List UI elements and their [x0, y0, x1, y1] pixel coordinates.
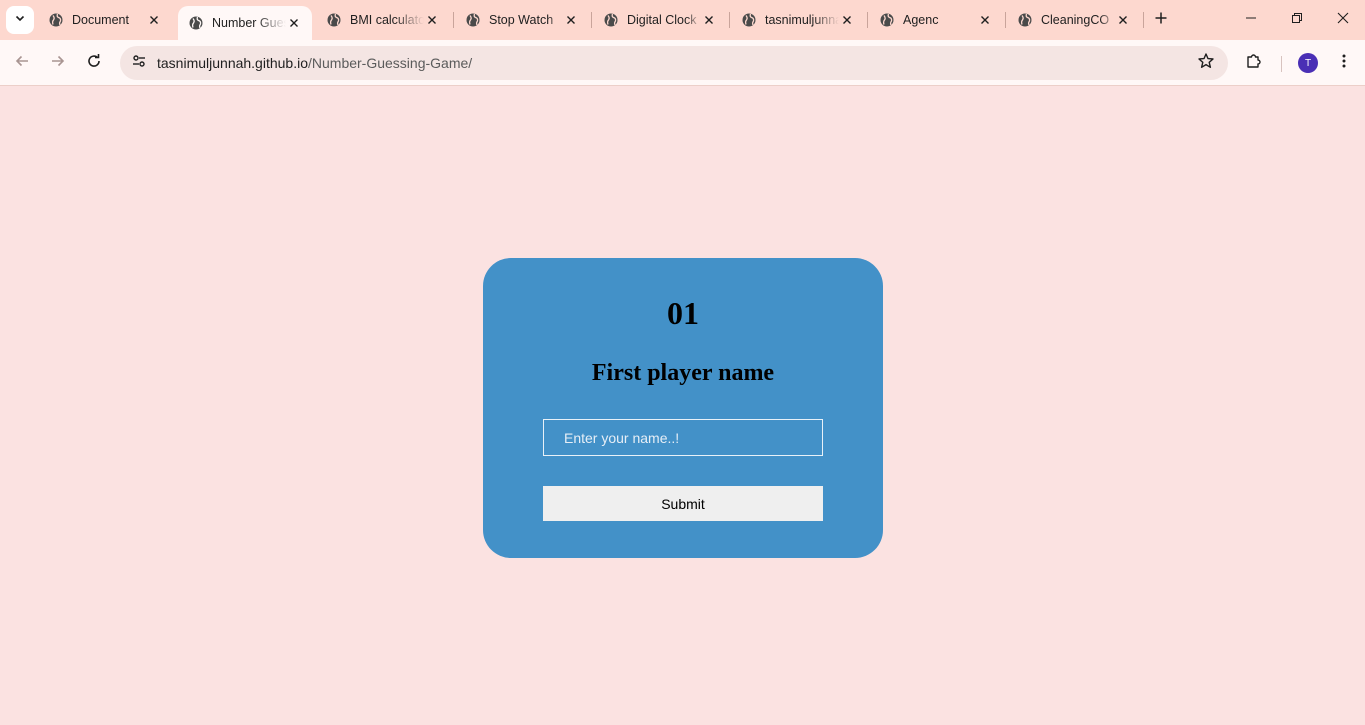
tab-title: Stop Watch: [489, 13, 554, 27]
arrow-left-icon: [14, 53, 30, 74]
tab-title: Document: [72, 13, 129, 27]
close-icon[interactable]: [424, 12, 440, 28]
tab-tasnimuljunnah[interactable]: tasnimuljunnah: [731, 0, 865, 40]
globe-icon: [1017, 12, 1033, 28]
minimize-button[interactable]: [1228, 0, 1274, 40]
arrow-right-icon: [50, 53, 66, 74]
submit-button[interactable]: Submit: [543, 486, 823, 521]
tab-stop-watch[interactable]: Stop Watch: [455, 0, 589, 40]
tab-title: BMI calculator: [350, 13, 424, 27]
globe-icon: [326, 12, 342, 28]
tab-bmi-calculator[interactable]: BMI calculator: [316, 0, 450, 40]
reload-button[interactable]: [78, 47, 110, 79]
tab-agenc[interactable]: Agenc: [869, 0, 1003, 40]
tab-separator: [591, 12, 592, 28]
minimize-icon: [1245, 11, 1257, 29]
close-icon[interactable]: [1115, 12, 1131, 28]
bookmark-button[interactable]: [1194, 51, 1218, 75]
site-info-button[interactable]: [126, 50, 152, 76]
tab-cleaningco[interactable]: CleaningCO: [1007, 0, 1141, 40]
address-bar[interactable]: tasnimuljunnah.github.io/Number-Guessing…: [120, 46, 1228, 80]
tab-search-button[interactable]: [6, 6, 34, 34]
url-text: tasnimuljunnah.github.io/Number-Guessing…: [157, 55, 472, 71]
restore-icon: [1291, 11, 1303, 29]
tab-title: Number Guessing Game: [212, 16, 286, 30]
window-close-button[interactable]: [1320, 0, 1365, 40]
tune-icon: [131, 53, 147, 74]
tab-separator: [1143, 12, 1144, 28]
browser-toolbar: tasnimuljunnah.github.io/Number-Guessing…: [0, 40, 1365, 86]
plus-icon: [1154, 11, 1168, 30]
close-icon[interactable]: [839, 12, 855, 28]
tab-title: CleaningCO: [1041, 13, 1110, 27]
close-icon: [1337, 11, 1349, 29]
more-vert-icon: [1336, 53, 1352, 74]
tab-digital-clock[interactable]: Digital Clock: [593, 0, 727, 40]
player-name-card: 01 First player name Submit: [483, 258, 883, 558]
tab-separator: [1005, 12, 1006, 28]
close-icon[interactable]: [701, 12, 717, 28]
back-button[interactable]: [6, 47, 38, 79]
tab-separator: [867, 12, 868, 28]
chevron-down-icon: [14, 11, 26, 29]
tab-title: Digital Clock: [627, 13, 697, 27]
profile-avatar[interactable]: T: [1298, 53, 1318, 73]
restore-button[interactable]: [1274, 0, 1320, 40]
page-viewport: 01 First player name Submit: [0, 86, 1365, 725]
close-icon[interactable]: [146, 12, 162, 28]
tab-separator: [453, 12, 454, 28]
player-name-input[interactable]: [543, 419, 823, 456]
new-tab-button[interactable]: [1150, 9, 1172, 31]
globe-icon: [48, 12, 64, 28]
url-host: tasnimuljunnah.github.io: [157, 55, 308, 71]
globe-icon: [741, 12, 757, 28]
reload-icon: [86, 53, 102, 74]
extensions-button[interactable]: [1238, 47, 1270, 79]
player-number: 01: [667, 295, 699, 331]
tab-strip: Document Number Guessing Game BMI calcul…: [0, 0, 1365, 40]
close-icon[interactable]: [286, 15, 302, 31]
star-icon: [1197, 52, 1215, 75]
url-path: /Number-Guessing-Game/: [308, 55, 473, 71]
tab-title: tasnimuljunnah: [765, 13, 839, 27]
globe-icon: [188, 15, 204, 31]
tab-number-guessing-game[interactable]: Number Guessing Game: [178, 6, 312, 40]
toolbar-separator: [1281, 56, 1282, 72]
forward-button[interactable]: [42, 47, 74, 79]
close-icon[interactable]: [977, 12, 993, 28]
tab-separator: [729, 12, 730, 28]
player-name-heading: First player name: [591, 360, 775, 386]
close-icon[interactable]: [563, 12, 579, 28]
globe-icon: [465, 12, 481, 28]
browser-menu-button[interactable]: [1328, 47, 1360, 79]
tab-document[interactable]: Document: [38, 0, 172, 40]
tab-title: Agenc: [903, 13, 939, 27]
puzzle-icon: [1245, 52, 1263, 75]
globe-icon: [879, 12, 895, 28]
globe-icon: [603, 12, 619, 28]
